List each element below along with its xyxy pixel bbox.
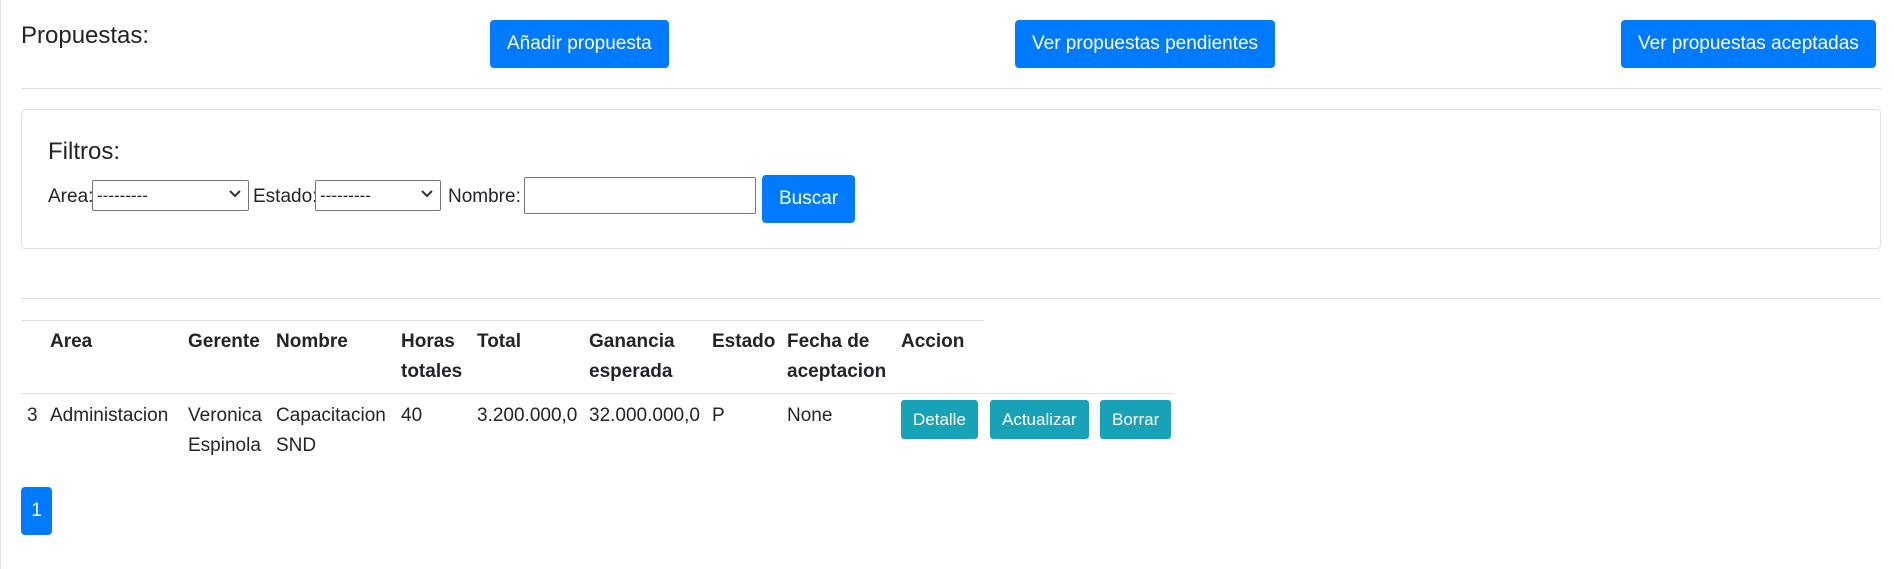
view-pending-button[interactable]: Ver propuestas pendientes bbox=[1015, 20, 1276, 68]
estado-label: Estado: bbox=[253, 186, 318, 207]
col-header-ganancia: Ganancia esperada bbox=[589, 331, 675, 382]
col-header-nombre: Nombre bbox=[276, 331, 348, 352]
search-button[interactable]: Buscar bbox=[762, 175, 856, 223]
row-nombre: Capacitacion SND bbox=[276, 405, 386, 456]
row-fecha: None bbox=[787, 405, 833, 426]
update-button[interactable]: Actualizar bbox=[990, 400, 1089, 439]
col-header-gerente: Gerente bbox=[188, 331, 260, 352]
row-total: 3.200.000,0 bbox=[477, 405, 578, 426]
col-header-accion: Accion bbox=[901, 331, 965, 352]
header-divider bbox=[21, 88, 1881, 89]
row-horas: 40 bbox=[401, 405, 423, 426]
table-top-border bbox=[21, 320, 984, 321]
row-estado: P bbox=[712, 405, 725, 426]
col-header-horas: Horas totales bbox=[401, 331, 463, 382]
row-area: Administacion bbox=[50, 405, 169, 426]
view-accepted-button[interactable]: Ver propuestas aceptadas bbox=[1621, 20, 1876, 68]
area-label: Area: bbox=[48, 186, 94, 207]
page-title: Propuestas: bbox=[21, 22, 150, 49]
section-divider bbox=[21, 298, 1881, 299]
chevron-down-icon bbox=[229, 190, 241, 198]
col-header-area: Area bbox=[50, 331, 93, 352]
col-header-estado: Estado bbox=[712, 331, 776, 352]
col-header-fecha: Fecha de aceptacion bbox=[787, 331, 887, 382]
filters-card: Filtros: Area: --------- Estado: -------… bbox=[21, 109, 1881, 249]
detail-button[interactable]: Detalle bbox=[901, 400, 978, 439]
filters-title: Filtros: bbox=[48, 138, 120, 165]
nombre-input[interactable] bbox=[524, 177, 756, 214]
page: Propuestas: Añadir propuesta Ver propues… bbox=[0, 0, 1894, 569]
add-proposal-button[interactable]: Añadir propuesta bbox=[490, 20, 669, 68]
table-row-border bbox=[21, 393, 1174, 394]
area-select[interactable]: --------- bbox=[92, 180, 249, 211]
nombre-label: Nombre: bbox=[448, 186, 521, 207]
chevron-down-icon bbox=[421, 190, 433, 198]
row-ganancia: 32.000.000,0 bbox=[589, 405, 700, 426]
estado-select-value: --------- bbox=[320, 186, 371, 205]
row-id: 3 bbox=[27, 405, 38, 426]
row-gerente: Veronica Espinola bbox=[188, 405, 262, 456]
col-header-total: Total bbox=[477, 331, 521, 352]
area-select-value: --------- bbox=[97, 186, 148, 205]
delete-button[interactable]: Borrar bbox=[1100, 400, 1172, 439]
pagination-page-1[interactable]: 1 bbox=[21, 487, 52, 535]
estado-select[interactable]: --------- bbox=[315, 180, 441, 211]
